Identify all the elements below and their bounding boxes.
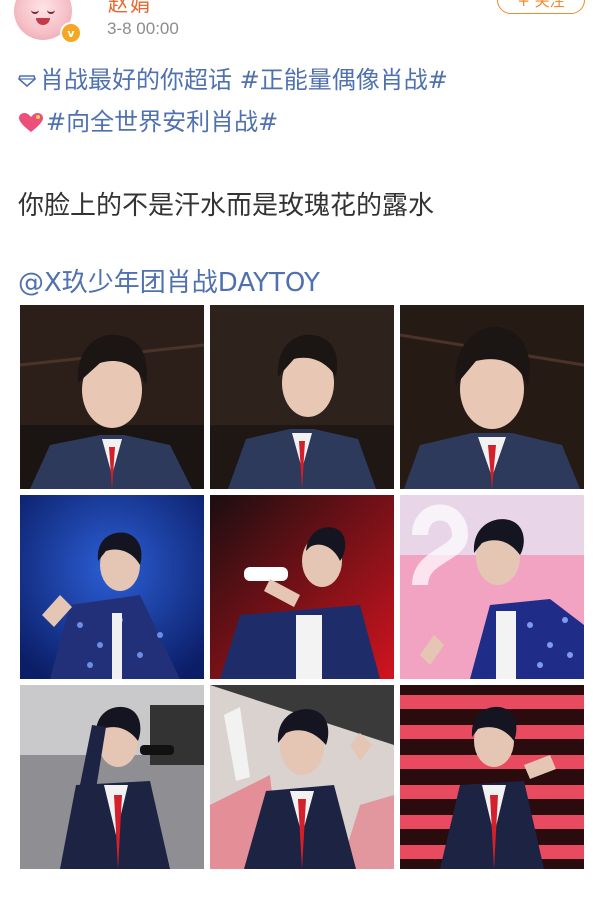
photo-thumbnail[interactable] [400,685,584,869]
photo-thumbnail[interactable] [20,685,204,869]
photo-dark-suit [20,305,204,489]
hashtag-text[interactable]: #向全世界安利肖战# [46,108,278,136]
photo-thumbnail[interactable] [20,495,204,679]
user-mention[interactable]: @X玖少年团肖战DAYTOY [18,262,320,299]
photo-thumbnail[interactable] [210,495,394,679]
photo-thumbnail[interactable] [400,495,584,679]
photo-thumbnail[interactable] [400,305,584,489]
avatar-mouth [36,18,50,25]
photo-striped-stage [400,685,584,869]
follow-button[interactable]: + 关注 [497,0,585,14]
verified-badge-icon: v [60,22,82,44]
photo-pink-stage [400,495,584,679]
photo-gray-stage [20,685,204,869]
username[interactable]: 赵娟 [108,0,152,17]
photo-thumbnail[interactable] [20,305,204,489]
photo-blue-stage [20,495,204,679]
diamond-icon [18,75,36,87]
photo-red-stage [210,495,394,679]
photo-dark-suit [400,305,584,489]
heart-icon [19,113,43,132]
hashtag-line[interactable]: #向全世界安利肖战# [18,102,278,137]
post-body: 你脸上的不是汗水而是玫瑰花的露水 [18,191,435,221]
photo-thumbnail[interactable] [210,305,394,489]
avatar-eye [31,8,39,14]
photo-dark-suit [210,305,394,489]
supertopic-text[interactable]: 肖战最好的你超话 #正能量偶像肖战# [40,66,448,94]
avatar-eye [47,8,55,14]
photo-light-stage [210,685,394,869]
supertopic-line[interactable]: 肖战最好的你超话 #正能量偶像肖战# [18,60,448,95]
photo-thumbnail[interactable] [210,685,394,869]
post-timestamp: 3-8 00:00 [107,19,179,38]
photo-grid [20,305,584,870]
